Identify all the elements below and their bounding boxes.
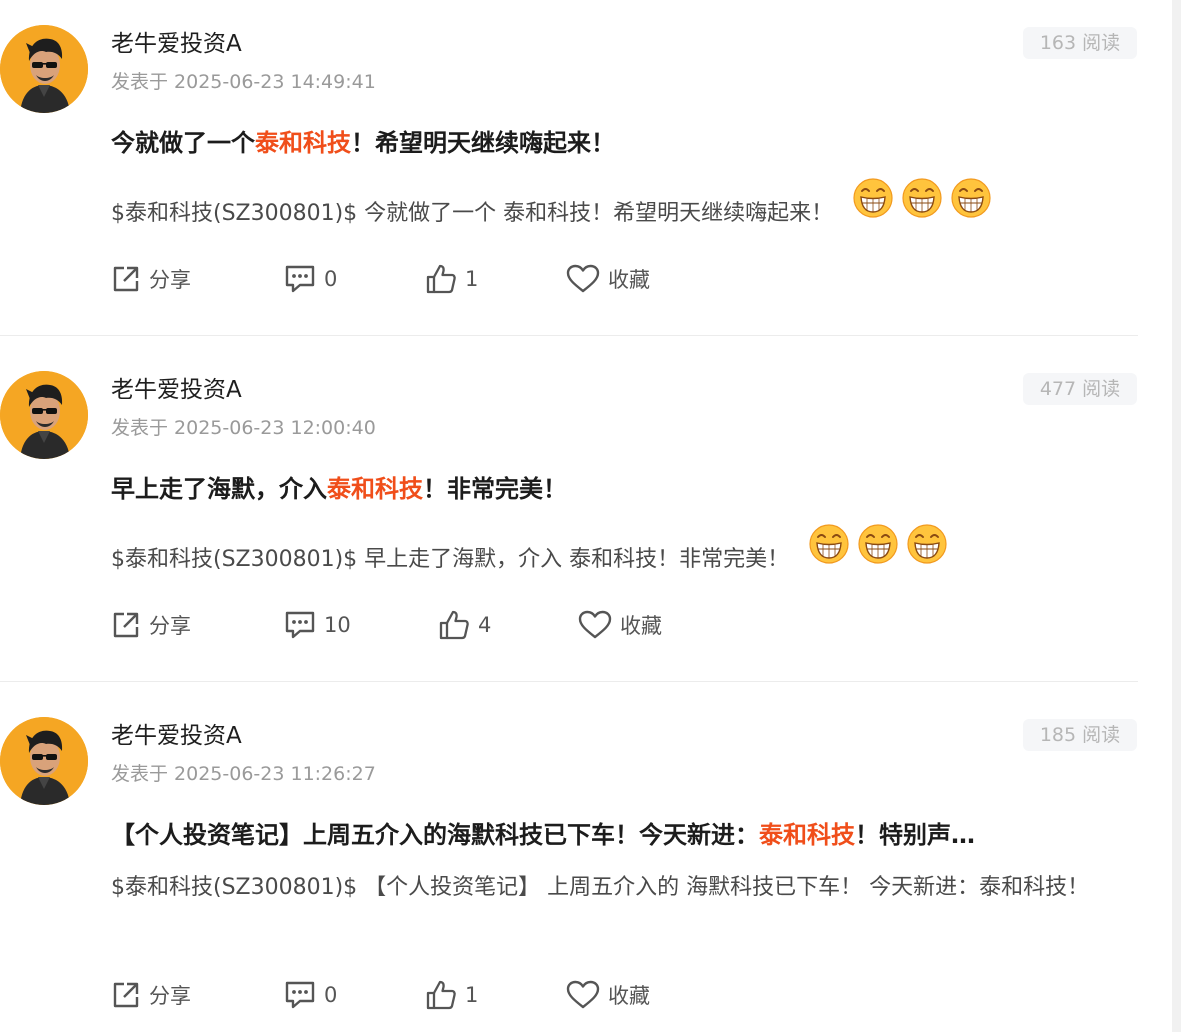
like-button[interactable]: 1: [425, 259, 478, 299]
grin-face-icon: [809, 524, 849, 564]
like-button[interactable]: 4: [438, 605, 491, 645]
heart-icon: [566, 980, 600, 1010]
comment-icon: [284, 980, 316, 1010]
avatar-image: [0, 371, 88, 459]
grin-face-icon: [858, 524, 898, 564]
post-timestamp: 2025-06-23 14:49:41: [174, 71, 376, 93]
title-text: 今就做了一个: [111, 129, 255, 157]
post-title[interactable]: 今就做了一个泰和科技！希望明天继续嗨起来！: [111, 128, 1121, 158]
title-highlight[interactable]: 泰和科技: [327, 475, 423, 503]
post-body[interactable]: $泰和科技(SZ300801)$ 【个人投资笔记】 上周五介入的 海默科技已下车…: [111, 868, 1137, 908]
avatar[interactable]: [0, 25, 88, 113]
like-count: 1: [465, 983, 479, 1007]
post-meta: 发表于 2025-06-23 14:49:41: [111, 70, 376, 94]
grin-face-icon: [951, 178, 991, 218]
post-body[interactable]: $泰和科技(SZ300801)$ 今就做了一个 泰和科技！希望明天继续嗨起来！: [111, 194, 991, 234]
share-label: 分享: [149, 268, 191, 292]
post-card[interactable]: 老牛爱投资A 发表于 2025-06-23 14:49:41 163 阅读 今就做…: [0, 0, 1140, 336]
favorite-button[interactable]: 收藏: [578, 605, 662, 645]
share-button[interactable]: 分享: [111, 259, 191, 299]
post-meta: 发表于 2025-06-23 11:26:27: [111, 762, 376, 786]
post-timestamp: 2025-06-23 11:26:27: [174, 763, 376, 785]
like-count: 4: [478, 613, 492, 637]
favorite-button[interactable]: 收藏: [566, 975, 650, 1015]
post-body-text: $泰和科技(SZ300801)$ 【个人投资笔记】 上周五介入的 海默科技已下车…: [111, 875, 1090, 900]
title-highlight[interactable]: 泰和科技: [759, 821, 855, 849]
share-icon: [111, 264, 141, 294]
post-title[interactable]: 【个人投资笔记】上周五介入的海默科技已下车！今天新进：泰和科技！特别声…: [111, 820, 1121, 850]
comment-icon: [284, 264, 316, 294]
like-icon: [425, 263, 457, 295]
like-icon: [425, 979, 457, 1011]
post-timestamp: 2025-06-23 12:00:40: [174, 417, 376, 439]
meta-prefix: 发表于: [111, 71, 169, 93]
post-body[interactable]: $泰和科技(SZ300801)$ 早上走了海默，介入 泰和科技！非常完美！: [111, 540, 947, 580]
read-count-badge: 163 阅读: [1023, 27, 1137, 59]
comment-button[interactable]: 0: [284, 259, 337, 299]
comment-count: 0: [324, 983, 338, 1007]
post-body-text: $泰和科技(SZ300801)$ 今就做了一个 泰和科技！希望明天继续嗨起来！: [111, 201, 834, 226]
scrollbar[interactable]: [1172, 0, 1181, 1032]
comment-count: 0: [324, 267, 338, 291]
author-name[interactable]: 老牛爱投资A: [111, 30, 242, 58]
author-name[interactable]: 老牛爱投资A: [111, 376, 242, 404]
post-divider: [0, 681, 1138, 682]
post-feed: 老牛爱投资A 发表于 2025-06-23 14:49:41 163 阅读 今就做…: [0, 0, 1181, 1032]
grin-face-icon: [902, 178, 942, 218]
post-title[interactable]: 早上走了海默，介入泰和科技！非常完美！: [111, 474, 1121, 504]
title-text-end: ！特别声…: [855, 821, 975, 849]
avatar-image: [0, 25, 88, 113]
favorite-label: 收藏: [608, 268, 650, 292]
avatar-image: [0, 717, 88, 805]
heart-icon: [578, 610, 612, 640]
post-card[interactable]: 老牛爱投资A 发表于 2025-06-23 11:26:27 185 阅读 【个人…: [0, 692, 1140, 1032]
post-card[interactable]: 老牛爱投资A 发表于 2025-06-23 12:00:40 477 阅读 早上走…: [0, 346, 1140, 682]
heart-icon: [566, 264, 600, 294]
title-text-end: ！希望明天继续嗨起来！: [351, 129, 615, 157]
share-button[interactable]: 分享: [111, 605, 191, 645]
comment-button[interactable]: 10: [284, 605, 351, 645]
author-name[interactable]: 老牛爱投资A: [111, 722, 242, 750]
avatar[interactable]: [0, 371, 88, 459]
post-meta: 发表于 2025-06-23 12:00:40: [111, 416, 376, 440]
like-count: 1: [465, 267, 479, 291]
like-button[interactable]: 1: [425, 975, 478, 1015]
grin-face-icon: [853, 178, 893, 218]
share-label: 分享: [149, 984, 191, 1008]
comment-icon: [284, 610, 316, 640]
meta-prefix: 发表于: [111, 763, 169, 785]
favorite-button[interactable]: 收藏: [566, 259, 650, 299]
favorite-label: 收藏: [620, 614, 662, 638]
grin-face-icon: [907, 524, 947, 564]
like-icon: [438, 609, 470, 641]
title-text-end: ！非常完美！: [423, 475, 567, 503]
title-text: 【个人投资笔记】上周五介入的海默科技已下车！今天新进：: [111, 821, 759, 849]
read-count-badge: 185 阅读: [1023, 719, 1137, 751]
share-label: 分享: [149, 614, 191, 638]
read-count-badge: 477 阅读: [1023, 373, 1137, 405]
comment-button[interactable]: 0: [284, 975, 337, 1015]
title-highlight[interactable]: 泰和科技: [255, 129, 351, 157]
meta-prefix: 发表于: [111, 417, 169, 439]
share-icon: [111, 610, 141, 640]
comment-count: 10: [324, 613, 351, 637]
favorite-label: 收藏: [608, 984, 650, 1008]
share-button[interactable]: 分享: [111, 975, 191, 1015]
title-text: 早上走了海默，介入: [111, 475, 327, 503]
avatar[interactable]: [0, 717, 88, 805]
post-divider: [0, 335, 1138, 336]
post-body-text: $泰和科技(SZ300801)$ 早上走了海默，介入 泰和科技！非常完美！: [111, 547, 790, 572]
share-icon: [111, 980, 141, 1010]
